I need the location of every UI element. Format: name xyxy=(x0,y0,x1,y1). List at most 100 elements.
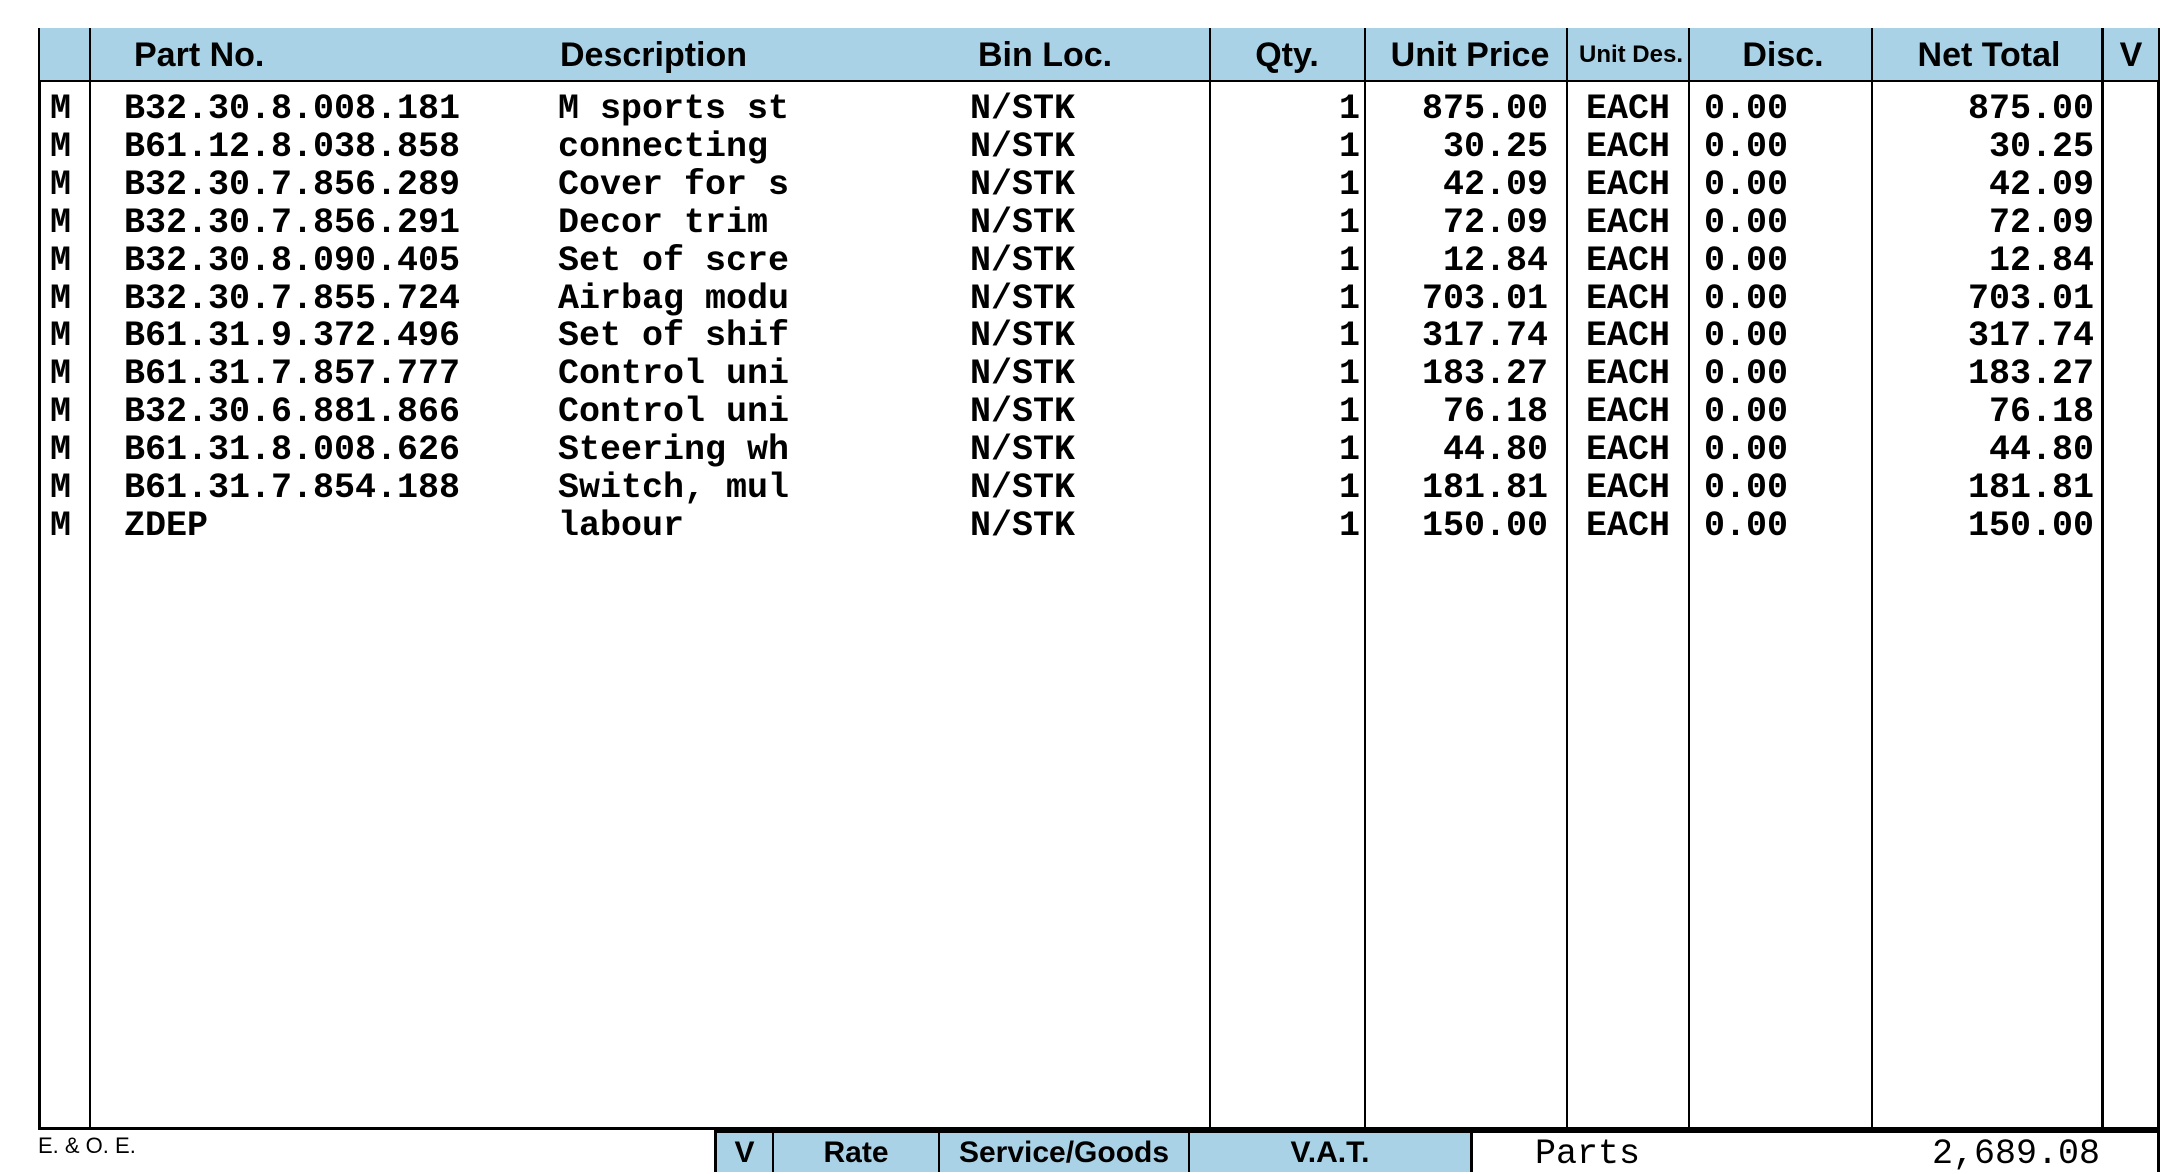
cell-flag: M xyxy=(50,89,72,129)
cell-unit-price: 317.74 xyxy=(1421,316,1548,357)
cell-unit-des: EACH xyxy=(1586,278,1671,319)
cell-qty: 1 xyxy=(1338,202,1360,243)
cell-unit-des: EACH xyxy=(1586,202,1671,243)
cell-unit-des: EACH xyxy=(1586,316,1671,357)
cell-unit-price: 76.18 xyxy=(1442,392,1548,433)
cell-unit-des: EACH xyxy=(1586,354,1671,395)
cell-unit-des: EACH xyxy=(1586,89,1671,129)
cell-flag: M xyxy=(50,202,72,243)
cell-flag: M xyxy=(50,430,72,471)
cell-disc: 0.00 xyxy=(1704,164,1789,205)
cell-part-no: ZDEP xyxy=(124,505,209,546)
cell-net-total: 12.84 xyxy=(1988,240,2094,281)
cell-bin-loc: N/STK xyxy=(970,354,1076,395)
cell-bin-loc: N/STK xyxy=(970,505,1076,546)
cell-flag: M xyxy=(50,316,72,357)
cell-qty: 1 xyxy=(1338,354,1360,395)
header-qty: Qty. xyxy=(1255,35,1319,74)
cell-qty: 1 xyxy=(1338,505,1360,546)
cell-unit-des: EACH xyxy=(1586,164,1671,205)
cell-disc: 0.00 xyxy=(1704,468,1789,508)
cell-part-no: B61.12.8.038.858 xyxy=(124,126,461,167)
cell-part-no: B32.30.8.090.405 xyxy=(124,240,461,281)
cell-part-no: B32.30.8.008.181 xyxy=(124,89,461,129)
cell-unit-des: EACH xyxy=(1586,468,1671,508)
cell-description: Decor trim xyxy=(558,202,769,243)
cell-description: Switch, mul xyxy=(558,468,790,508)
cell-unit-price: 183.27 xyxy=(1421,354,1548,395)
footer-v-header: V xyxy=(714,1130,774,1172)
cell-flag: M xyxy=(50,164,72,205)
column-divider xyxy=(2101,28,2104,1130)
cell-disc: 0.00 xyxy=(1704,430,1789,471)
cell-unit-price: 72.09 xyxy=(1442,202,1548,243)
cell-unit-des: EACH xyxy=(1586,505,1671,546)
cell-disc: 0.00 xyxy=(1704,354,1789,395)
eoe-note: E. & O. E. xyxy=(38,1133,136,1158)
cell-part-no: B32.30.7.855.724 xyxy=(124,278,461,319)
cell-bin-loc: N/STK xyxy=(970,278,1076,319)
header-description: Description xyxy=(560,35,748,74)
header-v: V xyxy=(2119,35,2143,74)
cell-net-total: 42.09 xyxy=(1988,164,2094,205)
cell-bin-loc: N/STK xyxy=(970,240,1076,281)
parts-total-label: Parts xyxy=(1535,1134,1641,1174)
cell-description: Steering wh xyxy=(558,430,790,471)
cell-unit-price: 42.09 xyxy=(1442,164,1548,205)
header-bin-loc: Bin Loc. xyxy=(978,35,1113,74)
cell-description: connecting xyxy=(558,126,769,167)
cell-unit-des: EACH xyxy=(1586,126,1671,167)
cell-description: Control uni xyxy=(558,392,790,433)
parts-total-value: 2,689.08 xyxy=(1931,1134,2100,1174)
cell-disc: 0.00 xyxy=(1704,392,1789,433)
cell-qty: 1 xyxy=(1338,126,1360,167)
cell-net-total: 30.25 xyxy=(1988,126,2094,167)
cell-part-no: B61.31.7.857.777 xyxy=(124,354,461,395)
cell-unit-price: 30.25 xyxy=(1442,126,1548,167)
cell-bin-loc: N/STK xyxy=(970,392,1076,433)
cell-description: Control uni xyxy=(558,354,790,395)
header-unit-des: Unit Des. xyxy=(1578,41,1683,68)
cell-qty: 1 xyxy=(1338,430,1360,471)
header-disc: Disc. xyxy=(1742,35,1824,74)
cell-flag: M xyxy=(50,240,72,281)
cell-flag: M xyxy=(50,468,72,508)
column-divider xyxy=(1209,28,1211,1130)
column-divider xyxy=(1688,28,1690,1130)
column-divider xyxy=(1364,28,1366,1130)
footer-rate-header: Rate xyxy=(774,1130,940,1172)
cell-net-total: 44.80 xyxy=(1988,430,2094,471)
cell-qty: 1 xyxy=(1338,164,1360,205)
cell-unit-price: 875.00 xyxy=(1421,89,1548,129)
cell-flag: M xyxy=(50,354,72,395)
cell-net-total: 181.81 xyxy=(1967,468,2094,508)
column-divider xyxy=(1871,28,1873,1130)
cell-bin-loc: N/STK xyxy=(970,316,1076,357)
cell-net-total: 183.27 xyxy=(1967,354,2094,395)
cell-bin-loc: N/STK xyxy=(970,468,1076,508)
cell-unit-price: 181.81 xyxy=(1421,468,1548,508)
cell-net-total: 76.18 xyxy=(1988,392,2094,433)
cell-unit-price: 12.84 xyxy=(1442,240,1548,281)
cell-unit-price: 150.00 xyxy=(1421,505,1548,546)
cell-flag: M xyxy=(50,392,72,433)
cell-flag: M xyxy=(50,505,72,546)
cell-unit-price: 703.01 xyxy=(1421,278,1548,319)
column-divider xyxy=(1566,28,1568,1130)
cell-flag: M xyxy=(50,126,72,167)
cell-qty: 1 xyxy=(1338,468,1360,508)
header-net-total: Net Total xyxy=(1917,35,2061,74)
header-part-no: Part No. xyxy=(134,35,265,74)
cell-part-no: B32.30.7.856.289 xyxy=(124,164,461,205)
cell-bin-loc: N/STK xyxy=(970,126,1076,167)
cell-bin-loc: N/STK xyxy=(970,202,1076,243)
cell-unit-des: EACH xyxy=(1586,240,1671,281)
footer-service-goods-header: Service/Goods xyxy=(940,1130,1190,1172)
cell-net-total: 150.00 xyxy=(1967,505,2094,546)
cell-part-no: B32.30.7.856.291 xyxy=(124,202,461,243)
cell-qty: 1 xyxy=(1338,278,1360,319)
cell-part-no: B32.30.6.881.866 xyxy=(124,392,461,433)
cell-part-no: B61.31.9.372.496 xyxy=(124,316,461,357)
cell-description: M sports st xyxy=(558,89,790,129)
cell-part-no: B61.31.8.008.626 xyxy=(124,430,461,471)
